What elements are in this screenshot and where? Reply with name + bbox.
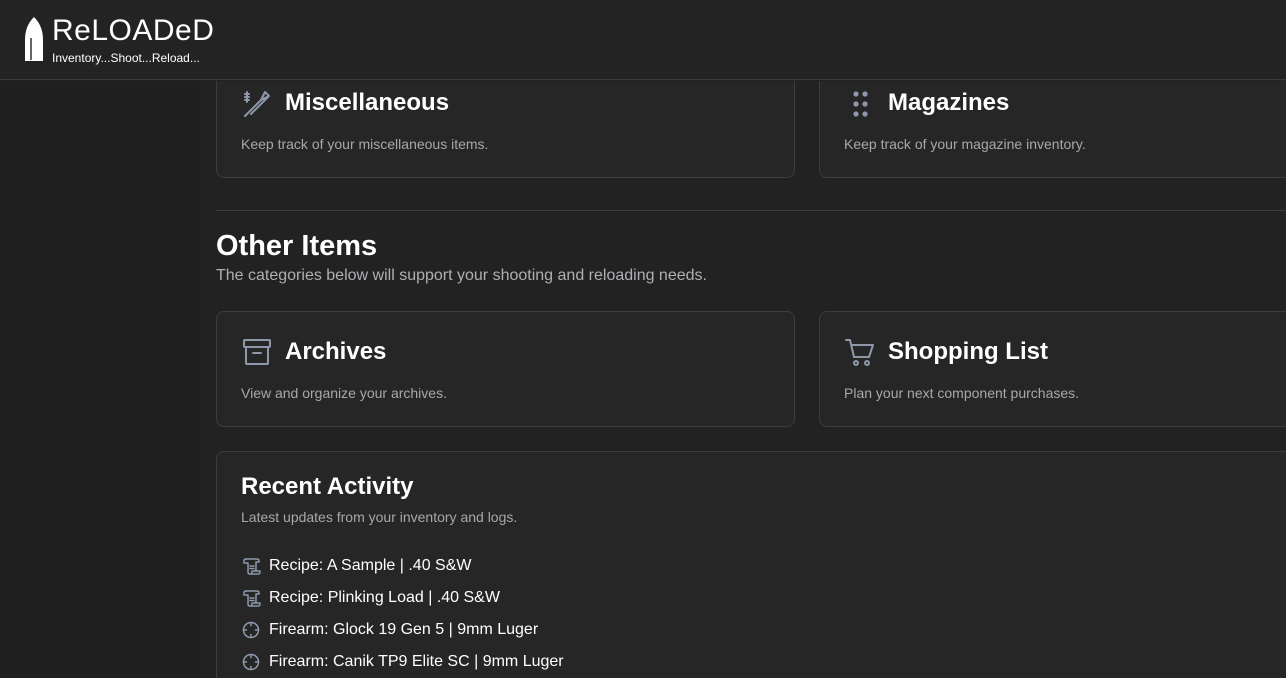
section-divider [216, 210, 1286, 211]
category-description: Keep track of your miscellaneous items. [241, 136, 489, 152]
category-card-shopping-list[interactable]: Shopping List Plan your next component p… [819, 311, 1286, 427]
activity-item[interactable]: Firearm: Canik TP9 Elite SC | 9mm Luger [241, 646, 564, 678]
scroll-icon [243, 590, 261, 607]
section-subtitle: The categories below will support your s… [216, 267, 707, 284]
category-title: Archives [285, 338, 387, 365]
activity-item[interactable]: Recipe: A Sample | .40 S&W [241, 550, 564, 582]
main-content: Miscellaneous Keep track of your miscell… [216, 81, 1286, 678]
category-title: Miscellaneous [285, 89, 450, 116]
recent-activity-title: Recent Activity [241, 473, 414, 500]
shopping-cart-icon [845, 339, 874, 366]
grip-dots-icon [853, 91, 868, 117]
category-description: Plan your next component purchases. [844, 385, 1080, 401]
activity-text: Recipe: Plinking Load | .40 S&W [269, 589, 500, 606]
activity-item[interactable]: Firearm: Glock 19 Gen 5 | 9mm Luger [241, 614, 564, 646]
crosshair-icon [242, 621, 260, 639]
recent-activity-panel: Recent Activity Latest updates from your… [216, 451, 1286, 678]
category-title: Magazines [888, 89, 1010, 116]
sidebar [0, 81, 200, 678]
category-description: View and organize your archives. [241, 385, 447, 401]
app-title[interactable]: ReLOADeD [52, 14, 214, 48]
bullet-icon[interactable] [22, 16, 46, 62]
category-card-miscellaneous[interactable]: Miscellaneous Keep track of your miscell… [216, 81, 795, 178]
tools-icon [244, 91, 270, 117]
category-card-magazines[interactable]: Magazines Keep track of your magazine in… [819, 81, 1286, 178]
category-card-archives[interactable]: Archives View and organize your archives… [216, 311, 795, 427]
section-title: Other Items [216, 230, 378, 262]
recent-activity-subtitle: Latest updates from your inventory and l… [241, 509, 518, 525]
category-description: Keep track of your magazine inventory. [844, 136, 1086, 152]
scroll-icon [243, 558, 261, 575]
top-bar: ReLOADeD Inventory...Shoot...Reload... [0, 0, 1286, 80]
activity-text: Firearm: Canik TP9 Elite SC | 9mm Luger [269, 653, 564, 670]
activity-item[interactable]: Recipe: Plinking Load | .40 S&W [241, 582, 564, 614]
activity-list: Recipe: A Sample | .40 S&W Recipe: Plink… [241, 550, 564, 678]
activity-text: Firearm: Glock 19 Gen 5 | 9mm Luger [269, 621, 539, 638]
category-title: Shopping List [888, 338, 1048, 365]
activity-text: Recipe: A Sample | .40 S&W [269, 557, 472, 574]
archive-icon [243, 339, 271, 365]
crosshair-icon [242, 653, 260, 671]
app-tagline: Inventory...Shoot...Reload... [52, 51, 200, 65]
